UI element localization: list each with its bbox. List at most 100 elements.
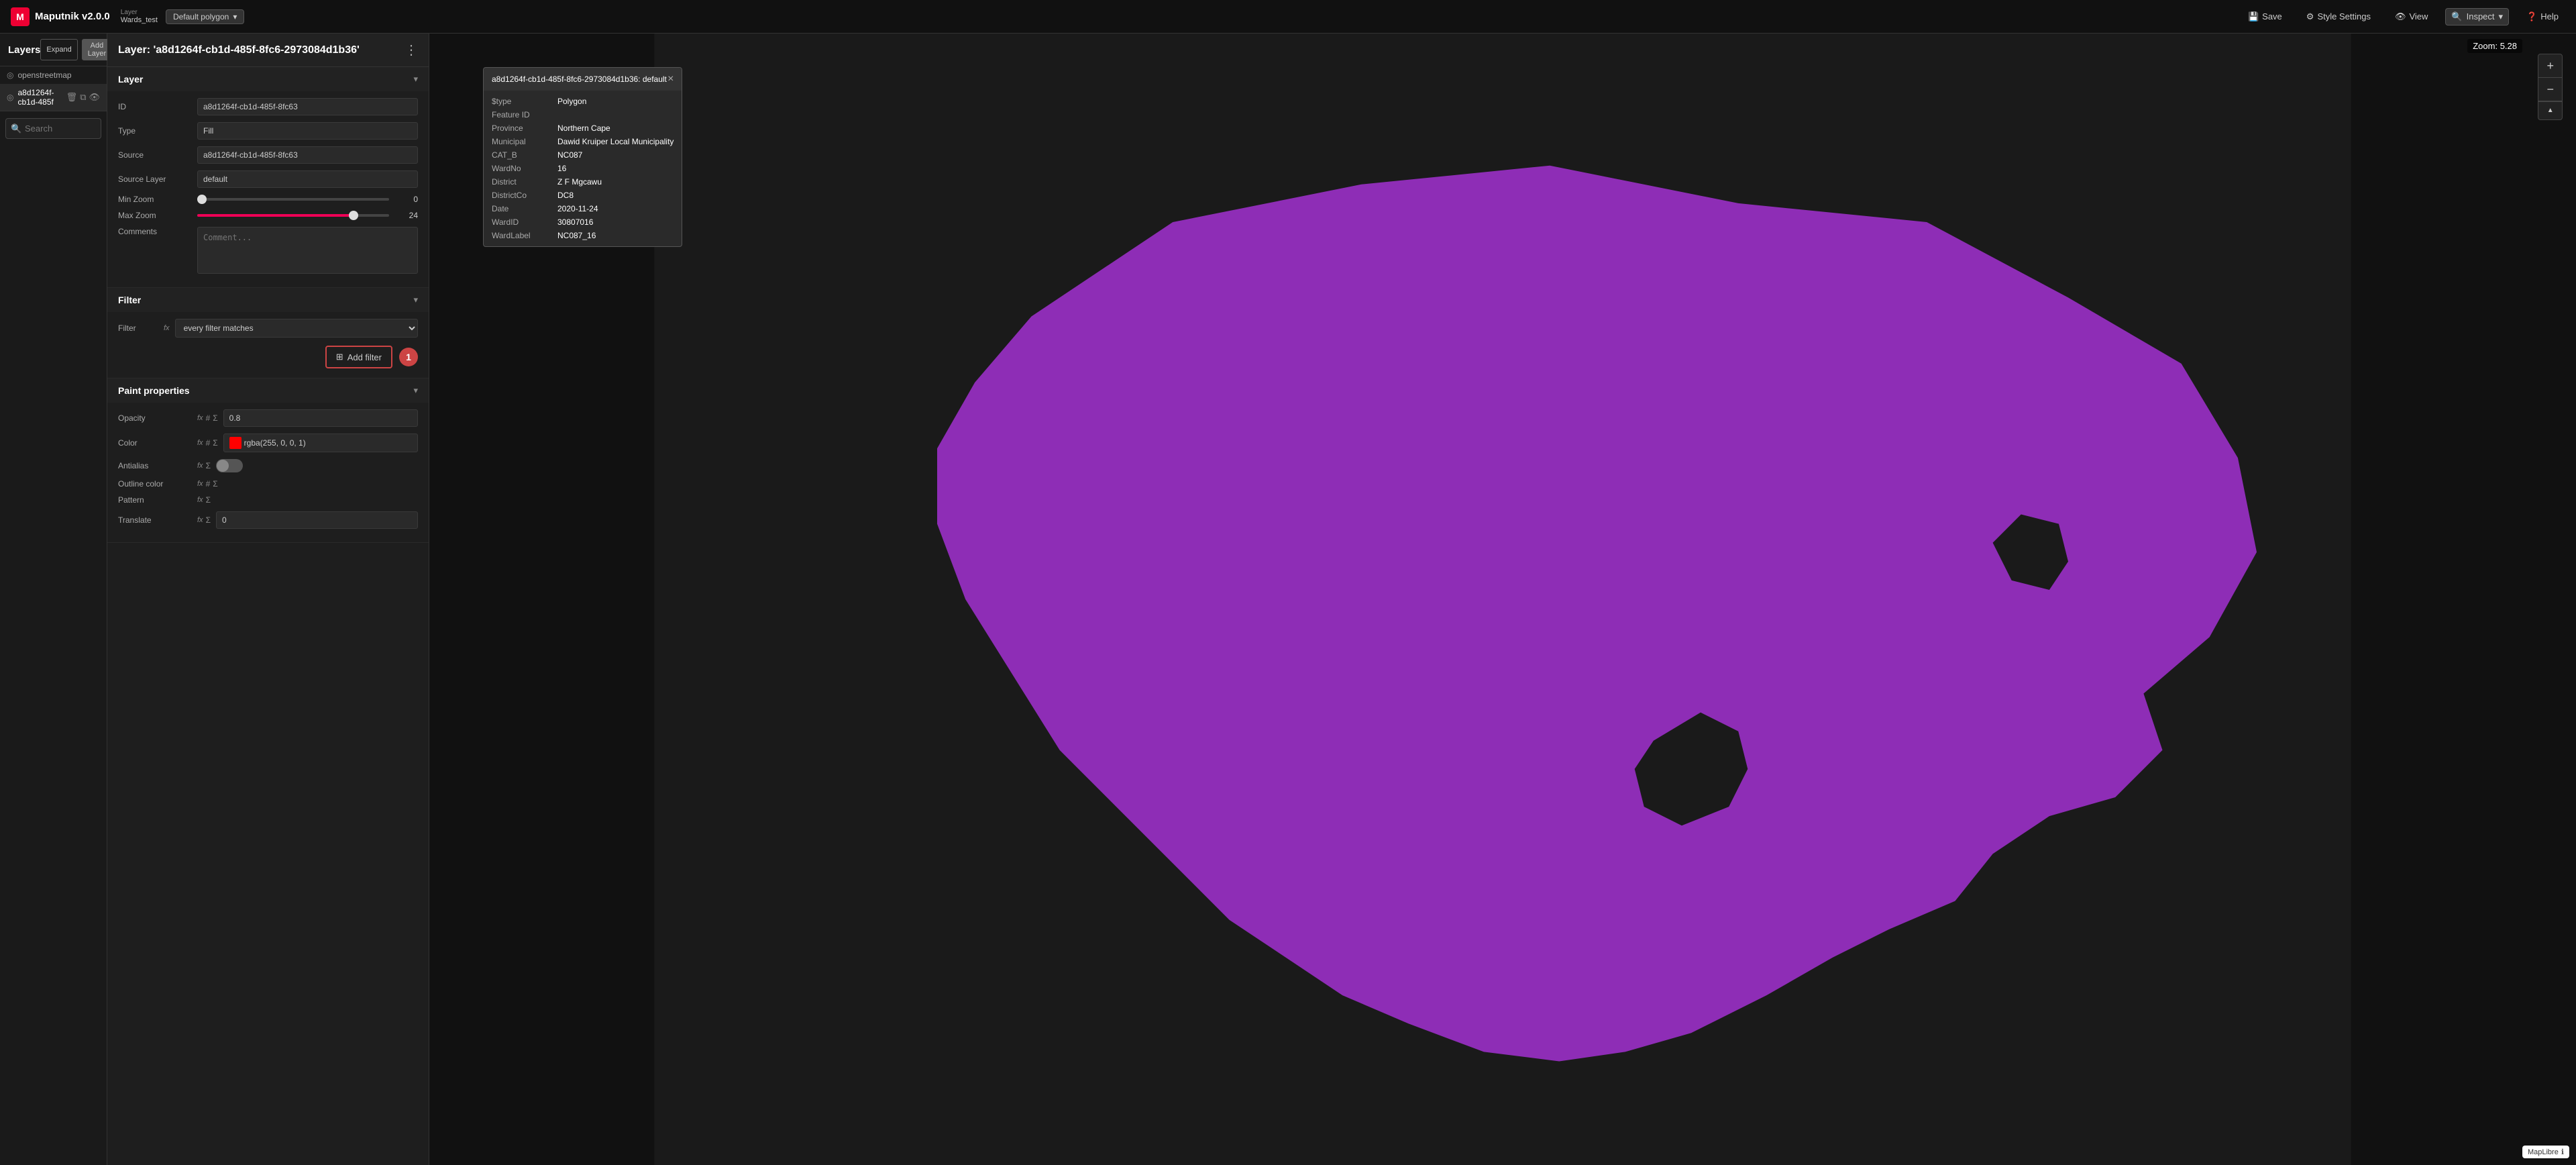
filter-section-chevron-icon: ▾ <box>413 295 418 305</box>
popup-row: WardID30807016 <box>492 215 674 229</box>
outline-color-label: Outline color <box>118 479 192 489</box>
layer-section-header[interactable]: Layer ▾ <box>107 67 429 91</box>
source-layer-value[interactable]: default <box>197 170 418 188</box>
popup-row: Date 2020-11-24 <box>492 202 674 215</box>
zoom-control: + − ▲ <box>2538 54 2563 120</box>
source-row: Source a8d1264f-cb1d-485f-8fc63 <box>118 146 418 164</box>
save-button[interactable]: 💾 Save <box>2241 7 2289 26</box>
filter-section-title: Filter <box>118 295 141 305</box>
translate-value[interactable]: 0 <box>216 511 418 529</box>
layer-section: Layer ▾ ID a8d1264f-cb1d-485f-8fc63 Type… <box>107 67 429 288</box>
help-icon: ❓ <box>2526 11 2537 22</box>
zoom-reset-button[interactable]: ▲ <box>2538 102 2562 119</box>
min-zoom-label: Min Zoom <box>118 195 192 204</box>
add-filter-label: Add filter <box>347 352 382 362</box>
source-layer-label: Source Layer <box>118 174 192 184</box>
paint-section-header[interactable]: Paint properties ▾ <box>107 378 429 403</box>
popup-key: $type <box>492 97 552 106</box>
color-value-row[interactable]: rgba(255, 0, 0, 1) <box>223 434 418 452</box>
save-label: Save <box>2262 11 2282 21</box>
min-zoom-slider[interactable]: 0 <box>197 195 418 204</box>
opacity-value[interactable]: 0.8 <box>223 409 418 427</box>
inspect-select-wrap[interactable]: 🔍 Inspect ▾ <box>2445 8 2509 26</box>
antialias-toggle[interactable] <box>216 459 243 472</box>
popup-key: District <box>492 177 552 187</box>
add-filter-button[interactable]: ⊞ Add filter <box>325 346 392 368</box>
translate-icons: fx Σ <box>197 515 211 525</box>
fx-icon-translate: fx <box>197 516 203 524</box>
help-button[interactable]: ❓ Help <box>2520 7 2565 26</box>
comments-textarea[interactable] <box>197 227 418 274</box>
zoom-out-button[interactable]: − <box>2538 78 2562 101</box>
filter-icons: fx <box>164 324 170 332</box>
layer-type-badge[interactable]: Default polygon ▾ <box>166 9 244 24</box>
search-icon: 🔍 <box>11 123 21 134</box>
min-zoom-thumb[interactable] <box>197 195 207 204</box>
max-zoom-track <box>197 214 389 217</box>
layer-section-chevron-icon: ▾ <box>413 74 418 85</box>
min-zoom-row: Min Zoom 0 <box>118 195 418 204</box>
filter-section: Filter ▾ Filter fx every filter matches <box>107 288 429 378</box>
popup-title: a8d1264f-cb1d-485f-8fc6-2973084d1b36: de… <box>492 74 667 84</box>
sidebar-item-layer[interactable]: ◎ a8d1264f-cb1d-485f 🗑 ⧉ 👁 <box>0 84 107 111</box>
panel-menu-button[interactable]: ⋮ <box>405 42 418 58</box>
color-swatch[interactable] <box>229 437 241 449</box>
translate-label: Translate <box>118 515 192 525</box>
opacity-label: Opacity <box>118 413 192 423</box>
source-value[interactable]: a8d1264f-cb1d-485f-8fc63 <box>197 146 418 164</box>
paint-section-title: Paint properties <box>118 385 190 396</box>
layer-delete-button[interactable]: 🗑 <box>66 92 78 103</box>
popup-row: Feature ID <box>492 108 674 121</box>
topbar: M Maputnik v2.0.0 Layer Wards_test Defau… <box>0 0 2576 34</box>
popup-val: 30807016 <box>557 217 593 227</box>
layer-visibility-icon: ◎ <box>7 70 13 80</box>
sigma-icon-translate: Σ <box>206 515 211 525</box>
popup-key: WardNo <box>492 164 552 173</box>
style-settings-button[interactable]: ⚙ Style Settings <box>2300 7 2377 26</box>
popup-key: Date <box>492 204 552 213</box>
id-value[interactable]: a8d1264f-cb1d-485f-8fc63 <box>197 98 418 115</box>
gear-icon: ⚙ <box>2306 11 2314 22</box>
popup-val: Z F Mgcawu <box>557 177 602 187</box>
layer-eye-button[interactable]: 👁 <box>89 92 100 103</box>
layer-type-text: Default polygon <box>173 12 229 21</box>
color-value-text: rgba(255, 0, 0, 1) <box>244 438 306 448</box>
layer-label: Layer <box>121 9 158 16</box>
zoom-in-button[interactable]: + <box>2538 54 2562 77</box>
type-value[interactable]: Fill <box>197 122 418 140</box>
popup-val: NC087_16 <box>557 231 596 240</box>
outline-color-icons: fx # Σ <box>197 479 218 489</box>
feature-popup: a8d1264f-cb1d-485f-8fc6-2973084d1b36: de… <box>483 67 682 247</box>
eye-icon: 👁 <box>2395 11 2406 22</box>
sigma-icon-antialias: Σ <box>206 461 211 470</box>
map-svg <box>429 34 2576 1165</box>
popup-row: $typePolygon <box>492 95 674 108</box>
dropdown-arrow-icon: ▾ <box>233 12 237 21</box>
comments-row: Comments <box>118 227 418 274</box>
sigma-icon-outline: Σ <box>213 479 217 489</box>
max-zoom-thumb[interactable] <box>349 211 358 220</box>
popup-key: Feature ID <box>492 110 552 119</box>
max-zoom-slider[interactable]: 24 <box>197 211 418 220</box>
sigma-icon-opacity: Σ <box>213 413 217 423</box>
antialias-thumb <box>217 460 229 472</box>
sidebar-item-openstreetmap[interactable]: ◎ openstreetmap <box>0 66 107 84</box>
logo-text: Maputnik v2.0.0 <box>35 11 110 22</box>
expand-button[interactable]: Expand <box>40 39 77 60</box>
popup-close-button[interactable]: × <box>667 73 674 85</box>
popup-val: 2020-11-24 <box>557 204 598 213</box>
info-icon: ℹ <box>2561 1148 2564 1156</box>
paint-section: Paint properties ▾ Opacity fx # Σ 0.8 Co… <box>107 378 429 543</box>
filter-section-header[interactable]: Filter ▾ <box>107 288 429 312</box>
fx-icon-outline: fx <box>197 480 203 488</box>
hash-icon-outline: # <box>206 479 211 489</box>
layer-clone-button[interactable]: ⧉ <box>80 92 86 103</box>
view-button[interactable]: 👁 View <box>2388 7 2434 26</box>
color-icons: fx # Σ <box>197 438 218 448</box>
layer-info: Layer Wards_test <box>121 9 158 24</box>
id-row: ID a8d1264f-cb1d-485f-8fc63 <box>118 98 418 115</box>
map-area[interactable]: Zoom: 5.28 + − ▲ a8d1264f-cb1d-485f-8fc6… <box>429 34 2576 1165</box>
filter-select[interactable]: every filter matches <box>175 319 418 338</box>
inspect-dropdown-icon: ▾ <box>2499 11 2504 22</box>
style-settings-label: Style Settings <box>2317 11 2371 21</box>
